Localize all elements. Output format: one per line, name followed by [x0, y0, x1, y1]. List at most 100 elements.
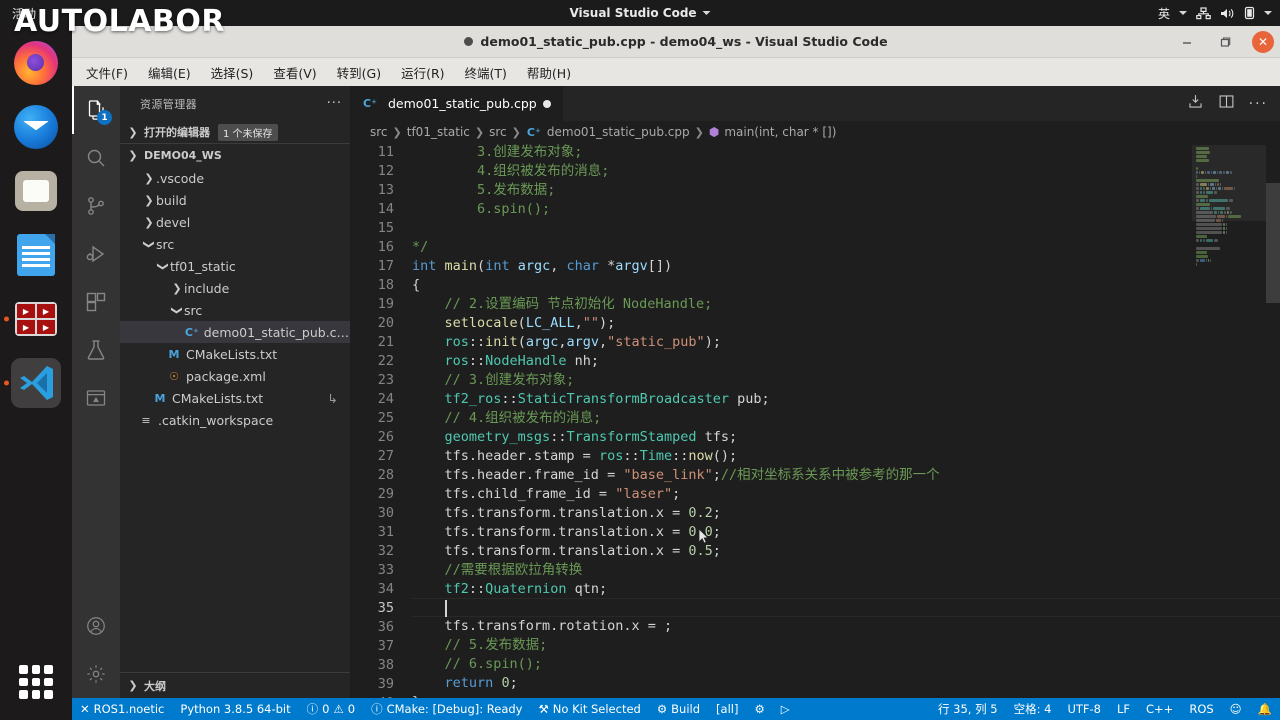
activitybar-accounts[interactable]: [72, 602, 120, 650]
ellipsis-icon[interactable]: ···: [1249, 96, 1268, 112]
code-line[interactable]: tfs.transform.rotation.x = ;: [412, 617, 1280, 636]
status-cmake[interactable]: ⓘ CMake: [Debug]: Ready: [363, 698, 530, 720]
tree-item-build[interactable]: ❯ build: [120, 189, 350, 211]
scrollbar-thumb[interactable]: [1266, 183, 1280, 303]
status-feedback[interactable]: ☺: [1222, 698, 1250, 720]
tree-item-devel[interactable]: ❯ devel: [120, 211, 350, 233]
code-line[interactable]: tfs.transform.translation.x = 0.2;: [412, 504, 1280, 523]
code-line[interactable]: tfs.header.stamp = ros::Time::now();: [412, 447, 1280, 466]
status-cmake-debug[interactable]: ⚙: [746, 698, 772, 720]
show-applications-button[interactable]: [16, 662, 56, 702]
chevron-down-icon[interactable]: [1264, 11, 1272, 15]
tab-dirty-indicator-icon[interactable]: [542, 99, 551, 108]
menu-help[interactable]: 帮助(H): [519, 60, 579, 85]
tree-item-catkin-workspace[interactable]: ≡ .catkin_workspace: [120, 409, 350, 431]
activitybar-testing[interactable]: [72, 326, 120, 374]
code-line[interactable]: tfs.transform.translation.x = 0.5;: [412, 542, 1280, 561]
window-titlebar[interactable]: demo01_static_pub.cpp - demo04_ws - Visu…: [72, 26, 1280, 58]
status-build-target[interactable]: [all]: [708, 698, 746, 720]
tree-item-vscode[interactable]: ❯ .vscode: [120, 167, 350, 189]
breadcrumb-item-tf01-static[interactable]: tf01_static: [407, 125, 470, 139]
code-line[interactable]: // 6.spin();: [412, 655, 1280, 674]
status-notifications[interactable]: 🔔: [1250, 698, 1280, 720]
tab-demo01-static-pub-cpp[interactable]: C⁺ demo01_static_pub.cpp: [350, 86, 564, 121]
code-line[interactable]: [412, 598, 1280, 617]
save-icon[interactable]: [1187, 93, 1204, 114]
code-line[interactable]: 4.组织被发布的消息;: [412, 162, 1280, 181]
close-button[interactable]: ✕: [1252, 30, 1274, 53]
status-problems[interactable]: ⓘ 0 ⚠ 0: [299, 698, 363, 720]
breadcrumb-item-src-inner[interactable]: src: [489, 125, 507, 139]
tree-item-package-xml[interactable]: ☉ package.xml: [120, 365, 350, 387]
status-language-mode[interactable]: C++: [1138, 698, 1181, 720]
code-line[interactable]: [412, 219, 1280, 238]
status-remote-indicator[interactable]: ✕ ROS1.noetic: [72, 698, 172, 720]
status-cursor-position[interactable]: 行 35, 列 5: [930, 698, 1006, 720]
code-line[interactable]: ros::init(argc,argv,"static_pub");: [412, 333, 1280, 352]
code-line[interactable]: return 0;: [412, 674, 1280, 693]
dock-item-terminator[interactable]: ▶ ▶ ▶ ▶: [11, 294, 61, 344]
code-line[interactable]: tfs.transform.translation.x = 0.0;: [412, 523, 1280, 542]
tree-item-src-inner[interactable]: ❯ src: [120, 299, 350, 321]
tree-item-demo01-static-pub-cpp[interactable]: C⁺ demo01_static_pub.cpp: [120, 321, 350, 343]
network-icon[interactable]: [1196, 6, 1211, 20]
minimap-slider[interactable]: [1192, 145, 1266, 221]
breadcrumb-item-file[interactable]: demo01_static_pub.cpp: [547, 125, 690, 139]
code-line[interactable]: {: [412, 276, 1280, 295]
activitybar-remote-explorer[interactable]: [72, 374, 120, 422]
section-workspace-root[interactable]: ❯ DEMO04_WS: [120, 143, 350, 167]
menu-select[interactable]: 选择(S): [203, 60, 262, 85]
activitybar-run-debug[interactable]: [72, 230, 120, 278]
code-content[interactable]: 3.创建发布对象; 4.组织被发布的消息; 5.发布数据; 6.spin(); …: [412, 143, 1280, 698]
code-line[interactable]: }: [412, 693, 1280, 698]
code-line[interactable]: ros::NodeHandle nh;: [412, 352, 1280, 371]
gnome-system-tray[interactable]: 英: [1158, 5, 1272, 22]
code-line[interactable]: int main(int argc, char *argv[]): [412, 257, 1280, 276]
code-line[interactable]: 3.创建发布对象;: [412, 143, 1280, 162]
tree-item-cmakelists-inner[interactable]: M CMakeLists.txt: [120, 343, 350, 365]
dock-item-thunderbird[interactable]: [11, 102, 61, 152]
dock-item-libreoffice-writer[interactable]: [11, 230, 61, 280]
split-editor-icon[interactable]: [1218, 93, 1235, 114]
status-eol[interactable]: LF: [1109, 698, 1138, 720]
breadcrumb-item-src[interactable]: src: [370, 125, 388, 139]
tree-item-cmakelists-root[interactable]: M CMakeLists.txt ↳: [120, 387, 350, 409]
tree-item-tf01-static[interactable]: ❯ tf01_static: [120, 255, 350, 277]
status-indentation[interactable]: 空格: 4: [1006, 698, 1060, 720]
volume-icon[interactable]: [1220, 7, 1235, 20]
activitybar-settings[interactable]: [72, 650, 120, 698]
code-line[interactable]: //需要根据欧拉角转换: [412, 561, 1280, 580]
minimap[interactable]: [1192, 143, 1266, 698]
minimize-button[interactable]: [1176, 31, 1198, 53]
menu-run[interactable]: 运行(R): [393, 60, 452, 85]
code-line[interactable]: setlocale(LC_ALL,"");: [412, 314, 1280, 333]
status-cmake-build[interactable]: ⚙ Build: [649, 698, 708, 720]
status-cmake-kit[interactable]: ⚒ No Kit Selected: [530, 698, 648, 720]
code-line[interactable]: // 4.组织被发布的消息;: [412, 409, 1280, 428]
tree-item-src[interactable]: ❯ src: [120, 233, 350, 255]
menu-goto[interactable]: 转到(G): [329, 60, 389, 85]
dock-item-firefox[interactable]: [11, 38, 61, 88]
menu-view[interactable]: 查看(V): [265, 60, 324, 85]
code-editor[interactable]: 11 12 13 14 15 16 17 18 19 20 21 22 23 24 25 26 27 28 29 30…: [350, 143, 1280, 698]
status-encoding[interactable]: UTF-8: [1059, 698, 1109, 720]
activitybar-extensions[interactable]: [72, 278, 120, 326]
code-line[interactable]: // 2.设置编码 节点初始化 NodeHandle;: [412, 295, 1280, 314]
breadcrumb-item-symbol[interactable]: main(int, char * []): [724, 125, 836, 139]
code-line[interactable]: tfs.header.frame_id = "base_link";//相对坐标…: [412, 466, 1280, 485]
status-python-version[interactable]: Python 3.8.5 64-bit: [172, 698, 298, 720]
activitybar-explorer[interactable]: 1: [72, 86, 120, 134]
code-line[interactable]: geometry_msgs::TransformStamped tfs;: [412, 428, 1280, 447]
code-line[interactable]: tf2_ros::StaticTransformBroadcaster pub;: [412, 390, 1280, 409]
section-open-editors[interactable]: ❯ 打开的编辑器 1 个未保存: [120, 121, 350, 143]
menu-terminal[interactable]: 终端(T): [457, 60, 515, 85]
status-ros[interactable]: ROS: [1181, 698, 1221, 720]
code-line[interactable]: // 5.发布数据;: [412, 636, 1280, 655]
dock-item-vscode[interactable]: [11, 358, 61, 408]
code-line[interactable]: // 3.创建发布对象;: [412, 371, 1280, 390]
code-line[interactable]: tfs.child_frame_id = "laser";: [412, 485, 1280, 504]
menu-edit[interactable]: 编辑(E): [140, 60, 199, 85]
code-line[interactable]: 5.发布数据;: [412, 181, 1280, 200]
code-line[interactable]: tf2::Quaternion qtn;: [412, 580, 1280, 599]
gnome-active-app[interactable]: Visual Studio Code: [569, 6, 711, 20]
